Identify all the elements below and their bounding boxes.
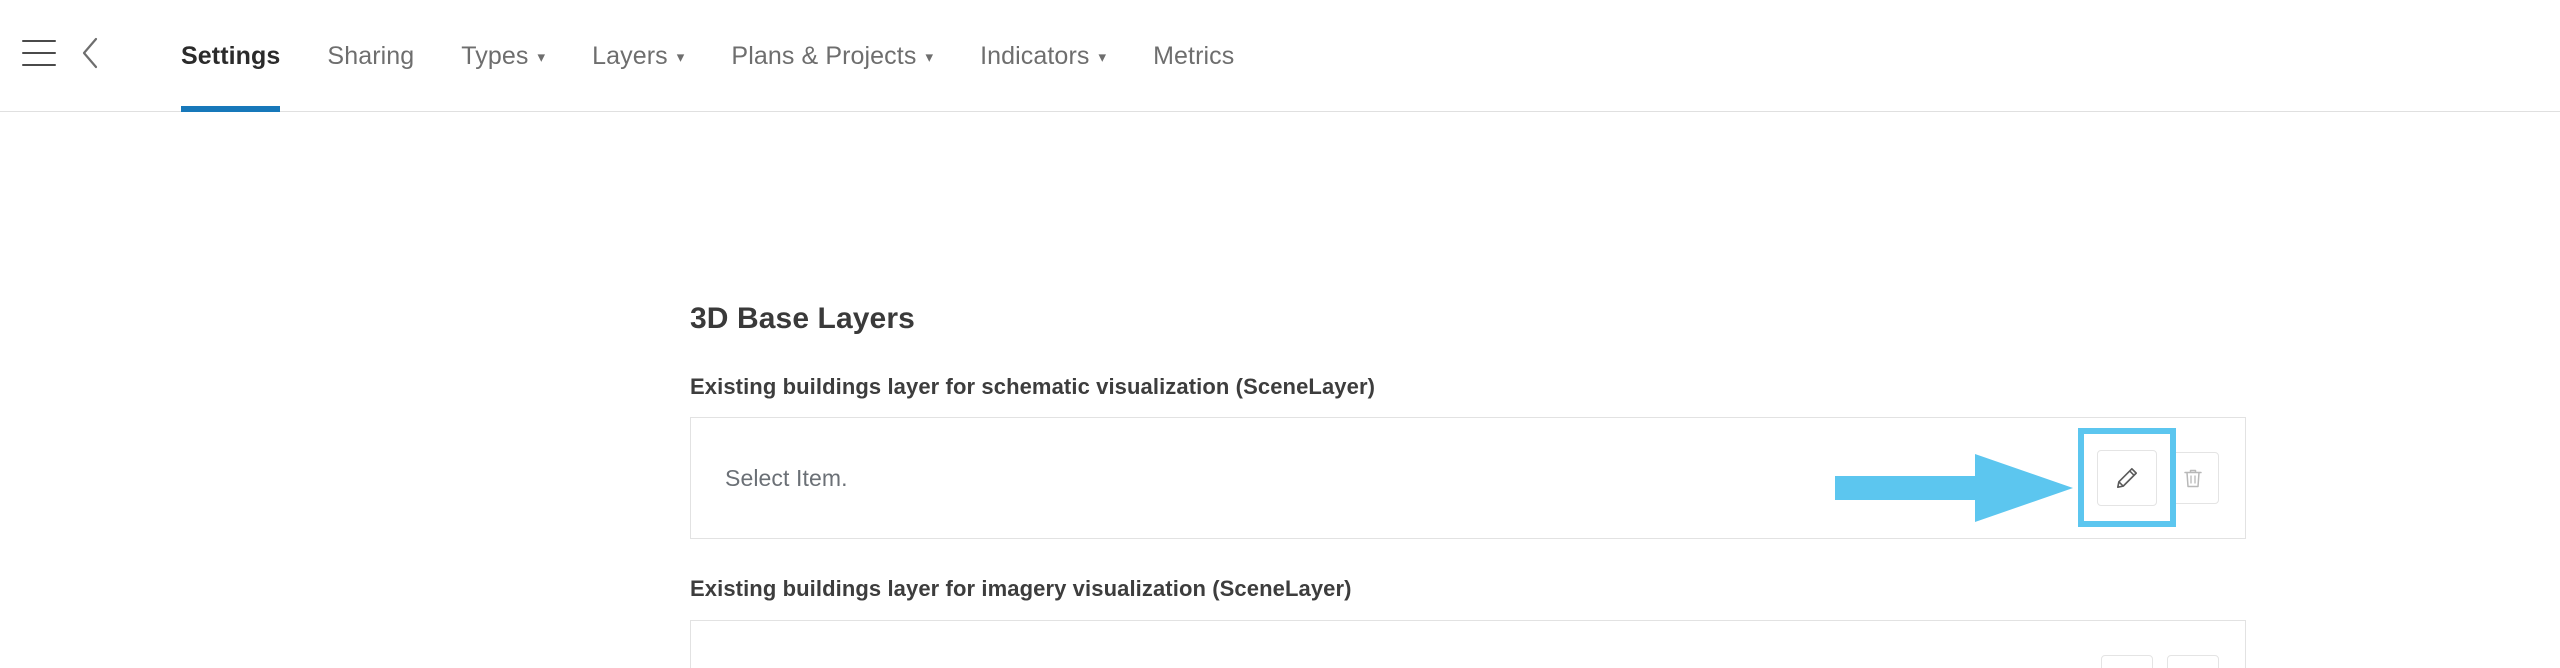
chevron-down-icon: ▾: [1098, 48, 1107, 66]
tab-sharing-label: Sharing: [327, 41, 415, 70]
chevron-down-icon: ▾: [676, 48, 685, 66]
tab-settings-label: Settings: [181, 41, 281, 70]
delete-button-imagery-layer[interactable]: [2167, 655, 2219, 668]
edit-button-imagery-layer[interactable]: [2101, 655, 2153, 668]
tab-types[interactable]: Types ▾: [461, 0, 545, 112]
tab-types-label: Types: [461, 41, 529, 70]
hamburger-menu-icon[interactable]: [22, 36, 62, 70]
tab-plans-and-projects-label: Plans & Projects: [731, 41, 917, 70]
tab-sharing[interactable]: Sharing: [327, 0, 414, 112]
tab-layers-label: Layers: [592, 41, 668, 70]
card-actions-imagery: [2101, 655, 2219, 668]
hamburger-bar-3: [22, 64, 56, 66]
tab-metrics-label: Metrics: [1153, 41, 1235, 70]
edit-button-schematic-layer[interactable]: [2097, 449, 2157, 506]
tab-plans-and-projects[interactable]: Plans & Projects ▾: [731, 0, 933, 112]
tab-settings[interactable]: Settings: [181, 0, 281, 112]
hamburger-bar-1: [22, 40, 56, 42]
chevron-down-icon: ▾: [925, 48, 934, 66]
chevron-down-icon: ▾: [537, 48, 546, 66]
chevron-left-icon[interactable]: [74, 36, 106, 70]
tab-indicators[interactable]: Indicators ▾: [980, 0, 1106, 112]
highlight-annotation-box: [2078, 428, 2176, 527]
item-card-schematic-layer: Select Item.: [690, 417, 2246, 539]
field-label-schematic-layer: Existing buildings layer for schematic v…: [690, 374, 1376, 399]
page-title: 3D Base Layers: [690, 302, 915, 335]
tab-metrics[interactable]: Metrics: [1153, 0, 1234, 112]
tab-indicators-label: Indicators: [980, 41, 1090, 70]
field-label-imagery-layer: Existing buildings layer for imagery vis…: [690, 576, 1352, 601]
item-card-imagery-layer: Select Item.: [690, 620, 2246, 668]
app-header: Settings Sharing Types ▾ Layers ▾ Plans …: [0, 0, 2560, 112]
settings-content: 3D Base Layers Existing buildings layer …: [0, 112, 2560, 668]
tab-layers[interactable]: Layers ▾: [592, 0, 684, 112]
hamburger-bar-2: [22, 52, 56, 54]
selected-item-value-schematic: Select Item.: [725, 464, 848, 491]
primary-nav-tabs: Settings Sharing Types ▾ Layers ▾ Plans …: [181, 0, 1281, 112]
card-actions-schematic: [2078, 428, 2219, 527]
